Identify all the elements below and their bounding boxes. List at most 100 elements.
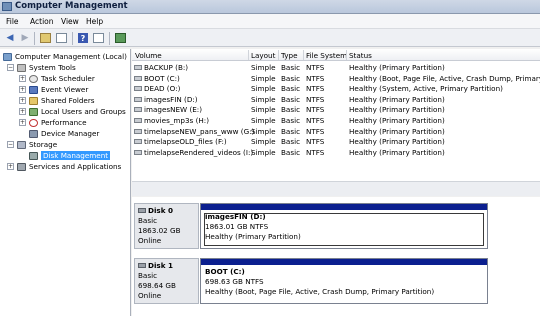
computer-icon <box>3 52 12 61</box>
volume-cell: NTFS <box>306 105 325 115</box>
tree-item-services-applications[interactable]: + Services and Applications <box>7 161 121 172</box>
toolbar-separator <box>34 32 35 45</box>
expand-toggle[interactable]: + <box>19 86 26 93</box>
expand-toggle[interactable]: + <box>19 108 26 115</box>
volume-cell: timelapseRendered_videos (I:) <box>144 147 254 157</box>
column-file-system[interactable]: File System <box>306 51 347 60</box>
toolbar-separator <box>72 32 73 45</box>
menu-file[interactable]: File <box>6 17 19 26</box>
volume-cell: Healthy (Primary Partition) <box>349 137 445 147</box>
volume-row[interactable]: DEAD (O:) Simple Basic NTFS Healthy (System,… <box>132 83 540 94</box>
volume-cell: Healthy (Primary Partition) <box>349 105 445 115</box>
volume-icon <box>134 65 142 70</box>
volume-cell: Healthy (Primary Partition) <box>349 116 445 125</box>
volume-cell: Healthy (Primary Partition) <box>349 147 445 157</box>
volume-cell: timelapseNEW_pans_www (G:) <box>144 126 255 136</box>
volume-icon <box>134 86 142 92</box>
tree-item-performance[interactable]: + Performance <box>19 117 87 128</box>
collapse-toggle[interactable]: − <box>7 64 14 71</box>
column-layout[interactable]: Layout <box>251 51 275 60</box>
column-volume[interactable]: Volume <box>135 51 162 60</box>
volume-cell: Simple <box>251 73 276 83</box>
expand-toggle[interactable]: + <box>19 75 26 82</box>
toolbar: ◀ ▶ ? <box>0 29 540 47</box>
tree-item-local-users-groups[interactable]: + Local Users and Groups <box>19 106 126 117</box>
volume-row[interactable]: timelapseNEW_pans_www (G:) Simple Basic NTF… <box>132 126 540 137</box>
expand-toggle[interactable]: + <box>7 163 14 170</box>
volume-icon <box>134 149 142 155</box>
expand-toggle[interactable]: + <box>19 119 26 126</box>
back-arrow-icon[interactable]: ◀ <box>3 31 17 44</box>
volume-cell: Basic <box>281 94 301 104</box>
show-hide-tree-icon[interactable] <box>56 33 67 43</box>
partition-imagesfin[interactable]: imagesFIN (D:) 1863.01 GB NTFS Healthy (… <box>200 203 488 249</box>
expand-toggle[interactable]: + <box>19 97 26 104</box>
volume-row[interactable]: imagesFIN (D:) Simple Basic NTFS Healthy (Pr… <box>132 94 540 105</box>
tree-item-disk-management[interactable]: Disk Management <box>29 150 111 161</box>
tree-item-computer-management[interactable]: Computer Management (Local) <box>3 51 127 62</box>
volume-row[interactable]: timelapseRendered_videos (I:) Simple Basic… <box>132 147 540 158</box>
up-level-icon[interactable] <box>40 33 51 43</box>
help-icon[interactable]: ? <box>78 33 88 43</box>
tree-item-device-manager[interactable]: Device Manager <box>29 128 99 139</box>
properties-icon[interactable] <box>93 33 104 43</box>
volume-icon <box>134 128 142 134</box>
menu-action[interactable]: Action <box>30 17 54 26</box>
device-manager-icon <box>29 129 38 138</box>
services-icon <box>17 162 26 171</box>
volume-row[interactable]: BACKUP (B:) Simple Basic NTFS Healthy (Prima… <box>132 62 540 73</box>
volume-cell: NTFS <box>306 84 325 94</box>
volume-icon <box>134 75 142 81</box>
menu-help[interactable]: Help <box>86 17 103 26</box>
volume-cell: NTFS <box>306 63 325 72</box>
volume-row[interactable]: BOOT (C:) Simple Basic NTFS Healthy (Boot, P… <box>132 73 540 84</box>
tree-item-shared-folders[interactable]: + Shared Folders <box>19 95 95 106</box>
volume-cell: Healthy (Primary Partition) <box>349 63 445 72</box>
users-icon <box>29 107 38 116</box>
volume-cell: DEAD (O:) <box>144 84 181 94</box>
column-divider[interactable] <box>248 50 249 60</box>
column-status[interactable]: Status <box>349 51 372 60</box>
disk-graphical-view: Disk 0 Basic 1863.02 GB Online imagesFIN… <box>132 197 540 316</box>
volume-icon <box>134 139 142 145</box>
performance-icon <box>29 118 38 127</box>
volume-cell: Basic <box>281 137 301 147</box>
disk-settings-icon[interactable] <box>115 33 126 43</box>
column-divider[interactable] <box>346 50 347 60</box>
volume-cell: Healthy (Primary Partition) <box>349 94 445 104</box>
volume-row[interactable]: movies_mp3s (H:) Simple Basic NTFS Healthy (… <box>132 115 540 126</box>
volume-cell: NTFS <box>306 147 325 157</box>
volume-cell: Basic <box>281 147 301 157</box>
tree-item-storage[interactable]: − Storage <box>7 139 57 150</box>
volume-cell: Simple <box>251 126 276 136</box>
volume-row[interactable]: timelapseOLD_files (F:) Simple Basic NTFS He… <box>132 136 540 147</box>
column-divider[interactable] <box>303 50 304 60</box>
volume-cell: NTFS <box>306 73 325 83</box>
disk-1-info[interactable]: Disk 1 Basic 698.64 GB Online <box>134 258 199 304</box>
column-divider[interactable] <box>278 50 279 60</box>
tree-item-event-viewer[interactable]: + Event Viewer <box>19 84 88 95</box>
column-type[interactable]: Type <box>281 51 298 60</box>
volume-icon <box>134 107 142 113</box>
event-viewer-icon <box>29 85 38 94</box>
disk-0-info[interactable]: Disk 0 Basic 1863.02 GB Online <box>134 203 199 249</box>
tree-item-task-scheduler[interactable]: + Task Scheduler <box>19 73 95 84</box>
collapse-toggle[interactable]: − <box>7 141 14 148</box>
volume-row[interactable]: imagesNEW (E:) Simple Basic NTFS Healthy (Pr… <box>132 104 540 115</box>
volume-list: Volume Layout Type File System Status BA… <box>132 49 540 196</box>
volume-cell: Basic <box>281 84 301 94</box>
volume-cell: NTFS <box>306 94 325 104</box>
volume-cell: Basic <box>281 116 301 125</box>
tree-item-system-tools[interactable]: − System Tools <box>7 62 76 73</box>
volume-cell: BACKUP (B:) <box>144 63 189 72</box>
volume-list-header: Volume Layout Type File System Status <box>132 49 540 61</box>
volume-icon <box>134 96 142 102</box>
menu-view[interactable]: View <box>61 17 79 26</box>
storage-icon <box>17 140 26 149</box>
partition-boot[interactable]: BOOT (C:) 698.63 GB NTFS Healthy (Boot, … <box>200 258 488 304</box>
horizontal-scrollbar[interactable] <box>132 181 540 196</box>
volume-cell: Healthy (Boot, Page File, Active, Crash … <box>349 73 540 83</box>
volume-cell: Basic <box>281 73 301 83</box>
volume-cell: Simple <box>251 147 276 157</box>
forward-arrow-icon[interactable]: ▶ <box>18 31 32 44</box>
